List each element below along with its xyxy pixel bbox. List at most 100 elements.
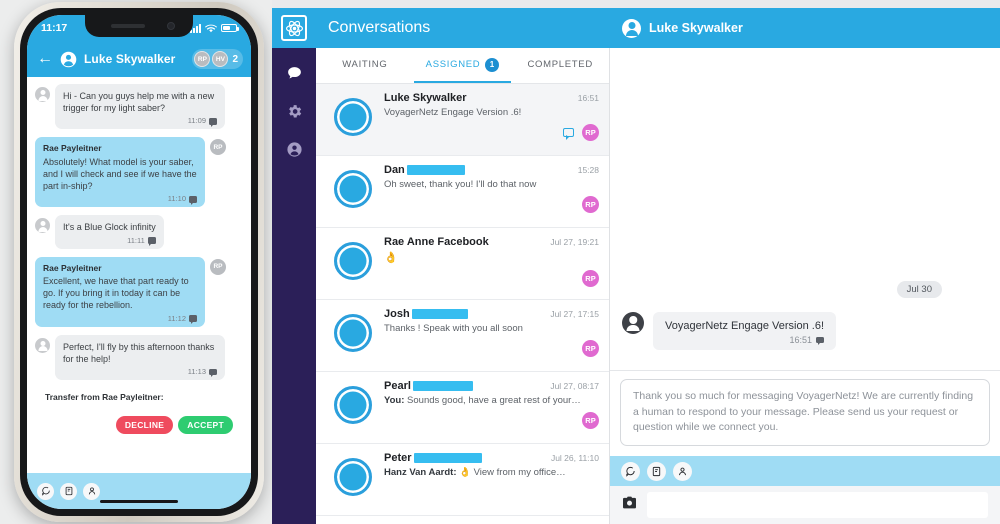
chat-contact-name: Luke Skywalker (649, 21, 743, 35)
person-avatar-icon (60, 51, 77, 67)
chat-bubble-icon[interactable] (37, 482, 54, 500)
message-meta: 11:12 (43, 314, 197, 324)
person-icon[interactable] (673, 461, 692, 481)
participant-avatar-hv: HV (212, 51, 229, 67)
conversation-avatar (334, 458, 372, 496)
conversation-snippet: 👌 (384, 252, 398, 264)
snippet-text: 👌 View from my office… (459, 467, 566, 478)
message-row: Rae Payleitner Excellent, we have that p… (35, 256, 243, 327)
conversation-item[interactable]: Peter Jul 26, 11:10 Hanz Van Aardt: 👌 Vi… (316, 444, 609, 516)
message-meta: 11:13 (63, 367, 217, 377)
accept-button[interactable]: ACCEPT (178, 416, 233, 435)
tab-assigned-label: ASSIGNED (425, 59, 481, 70)
message-meta: 11:09 (63, 116, 217, 126)
app-logo[interactable] (272, 15, 316, 41)
message-row: Perfect, I'll fly by this afternoon than… (35, 334, 243, 381)
tab-waiting[interactable]: WAITING (316, 48, 414, 83)
tab-completed[interactable]: COMPLETED (511, 48, 609, 83)
back-arrow-icon[interactable]: ← (37, 51, 53, 67)
status-time: 11:17 (41, 22, 68, 34)
redaction-bar (406, 165, 465, 176)
conversation-snippet: Hanz Van Aardt: 👌 View from my office… (384, 467, 599, 478)
conversation-name: Pearl (384, 380, 473, 392)
conversation-item[interactable]: Josh Jul 27, 17:15 Thanks ! Speak with y… (316, 300, 609, 372)
note-document-icon[interactable] (647, 461, 666, 481)
phone-mockup-stage: 11:17 ← Luke Skywalker RP HV 2 Hi - Can … (0, 0, 272, 524)
participant-avatar-rp: RP (194, 51, 211, 67)
person-avatar-icon (622, 311, 644, 334)
conversation-name-text: Pearl (384, 380, 411, 392)
chat-message-time: 16:51 (789, 334, 812, 345)
message-status-icon (209, 368, 217, 377)
conversation-item[interactable]: Dan 15:28 Oh sweet, thank you! I'll do t… (316, 156, 609, 228)
conversation-snippet: VoyagerNetz Engage Version .6! (384, 107, 522, 118)
decline-button[interactable]: DECLINE (115, 416, 174, 435)
transfer-actions: DECLINE ACCEPT (45, 416, 233, 435)
camera-icon[interactable] (622, 496, 637, 514)
front-camera-icon (167, 22, 175, 30)
chat-message-list[interactable]: Jul 30 VoyagerNetz Engage Version .6! 16… (610, 48, 1000, 370)
conversation-item[interactable]: Rae Anne Facebook Jul 27, 19:21 👌 RP (316, 228, 609, 300)
assigned-agent-badge: RP (582, 196, 599, 213)
tab-waiting-label: WAITING (342, 59, 388, 70)
app-sidebar-rail (272, 48, 316, 524)
phone-bottom-toolbar (27, 473, 251, 509)
chat-panel-header: Luke Skywalker (610, 8, 1000, 48)
message-bubble: Rae Payleitner Excellent, we have that p… (35, 256, 205, 327)
note-document-icon[interactable] (60, 482, 77, 500)
tab-assigned-badge: 1 (485, 57, 500, 72)
participant-count: 2 (232, 53, 238, 65)
person-icon[interactable] (83, 482, 100, 500)
message-time: 11:13 (187, 366, 206, 376)
conversation-items: Luke Skywalker 16:51 VoyagerNetz Engage … (316, 84, 609, 516)
message-text: Excellent, we have that part ready to go… (43, 276, 189, 311)
message-bubble: It's a Blue Glock infinity 11:11 (55, 215, 164, 249)
gear-icon (288, 104, 301, 118)
contact-avatar-icon (35, 337, 50, 353)
message-row: Hi - Can you guys help me with a new tri… (35, 84, 243, 130)
conversation-timestamp: Jul 27, 08:17 (550, 381, 599, 391)
desktop-app: Conversations WAITING ASSIGNED 1 COMPLET… (272, 0, 1000, 524)
chat-message-text: VoyagerNetz Engage Version .6! (665, 319, 824, 332)
conversation-name: Dan (384, 164, 465, 176)
message-composer: Thank you so much for messaging VoyagerN… (610, 369, 1000, 456)
sidebar-item-profile[interactable] (272, 130, 316, 168)
message-input[interactable]: Thank you so much for messaging VoyagerN… (620, 378, 990, 446)
chat-message-bubble: VoyagerNetz Engage Version .6! 16:51 (653, 311, 836, 350)
redaction-bar (413, 453, 482, 464)
conversation-timestamp: Jul 27, 19:21 (550, 237, 599, 247)
battery-icon (221, 24, 239, 32)
conversation-item[interactable]: Luke Skywalker 16:51 VoyagerNetz Engage … (316, 84, 609, 156)
phone-contact-name: Luke Skywalker (84, 52, 176, 66)
message-text: Perfect, I'll fly by this afternoon than… (63, 341, 215, 364)
attachment-text-input[interactable] (647, 492, 988, 518)
phone-message-list[interactable]: Hi - Can you guys help me with a new tri… (27, 77, 251, 473)
earpiece-speaker (111, 24, 145, 28)
composer-toolbar (610, 456, 1000, 486)
message-status-icon (189, 315, 197, 324)
message-bubble: Rae Payleitner Absolutely! What model is… (35, 137, 205, 208)
conversation-avatar (334, 242, 372, 280)
attachment-input-row (610, 486, 1000, 524)
conversation-item[interactable]: Pearl Jul 27, 08:17 You: Sounds good, ha… (316, 372, 609, 444)
day-divider: Jul 30 (896, 280, 942, 298)
message-meta: 11:10 (43, 194, 197, 205)
message-time: 11:11 (127, 235, 145, 245)
message-meta: 11:11 (63, 236, 156, 246)
assigned-agent-badge: RP (582, 412, 599, 429)
sidebar-item-settings[interactable] (272, 92, 316, 130)
phone-screen: 11:17 ← Luke Skywalker RP HV 2 Hi - Can … (27, 15, 251, 509)
conversation-name-text: Dan (384, 164, 405, 176)
conversation-name: Peter (384, 452, 482, 464)
conversation-name: Josh (384, 308, 468, 320)
tab-assigned[interactable]: ASSIGNED 1 (413, 48, 512, 83)
contact-avatar-icon (35, 218, 50, 234)
conversation-timestamp: Jul 27, 17:15 (550, 309, 599, 319)
message-sender: Rae Payleitner (43, 262, 102, 273)
tab-completed-label: COMPLETED (527, 59, 593, 70)
chat-bubble-icon[interactable] (621, 461, 640, 481)
phone-participant-avatars[interactable]: RP HV 2 (192, 49, 243, 69)
agent-avatar-rp: RP (210, 258, 226, 275)
sidebar-item-conversations[interactable] (272, 54, 316, 92)
chat-panel: Luke Skywalker Jul 30 VoyagerNetz Engage… (610, 8, 1000, 524)
